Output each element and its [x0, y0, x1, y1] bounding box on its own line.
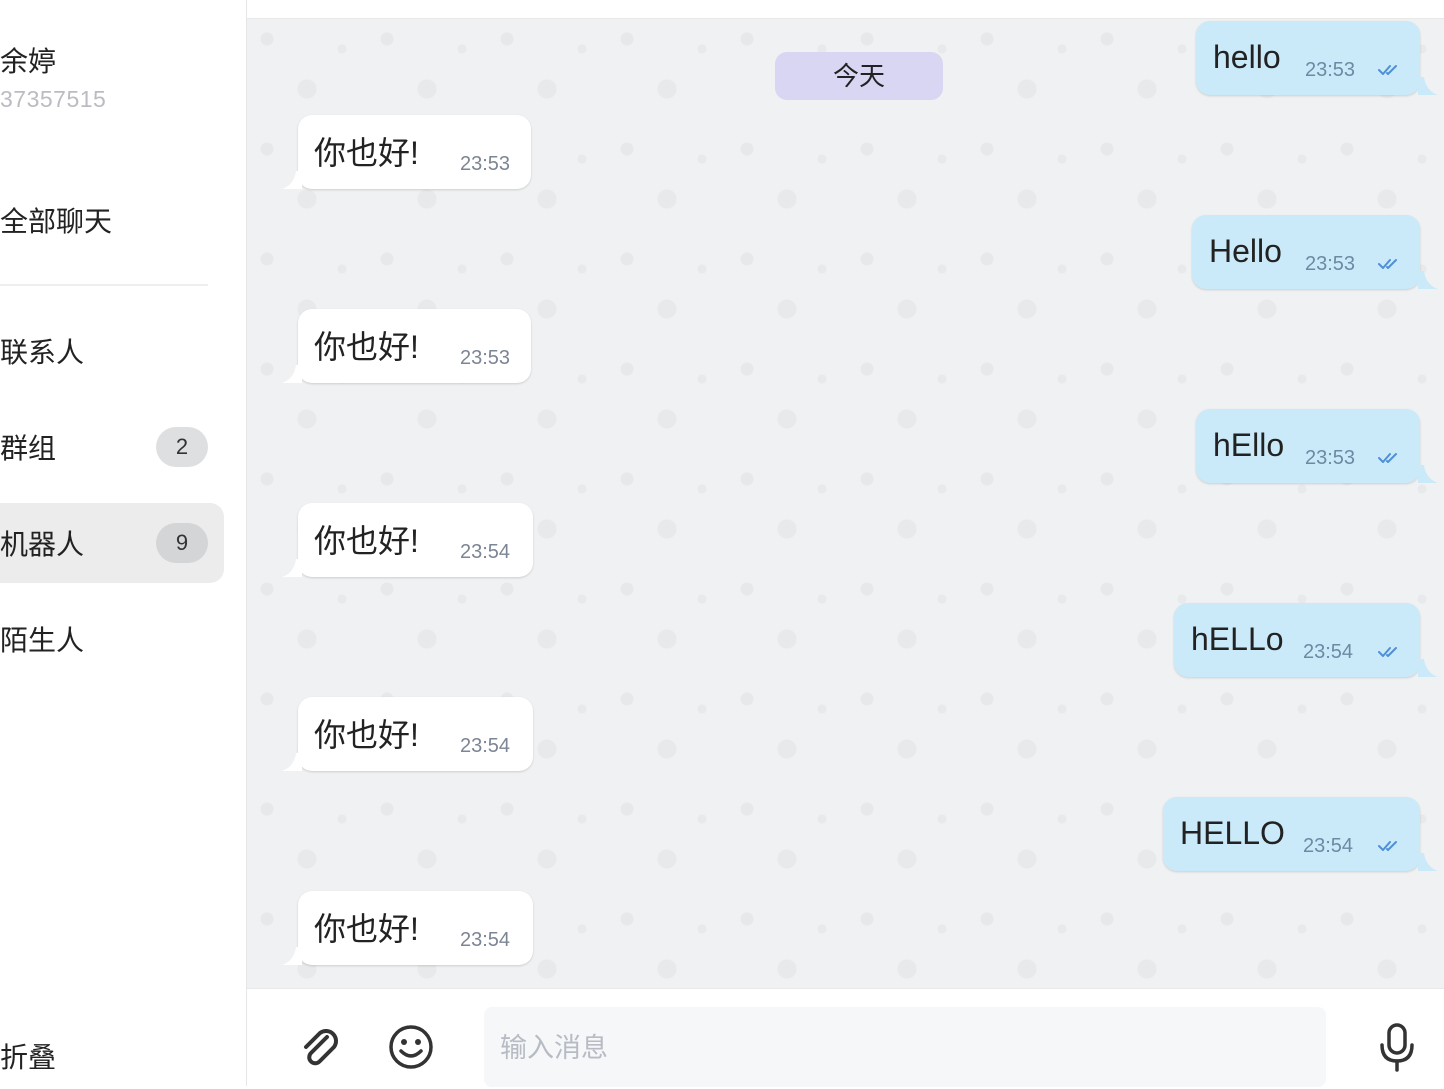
message-time: 23:54: [1303, 641, 1354, 663]
bubble-tail: [1418, 271, 1438, 289]
message-text: hello: [1213, 38, 1281, 75]
message-time: 23:54: [460, 929, 511, 951]
user-name: 余婷: [0, 46, 57, 77]
emoji-icon[interactable]: [387, 1023, 435, 1071]
paperclip-icon[interactable]: [297, 1025, 343, 1071]
nav-item-bots[interactable]: 机器人 9: [0, 503, 224, 583]
incoming-message[interactable]: 你也好! 23:53: [282, 309, 531, 383]
bubble-tail: [282, 947, 302, 965]
read-check-icon: [1378, 453, 1397, 463]
bubble-tail: [282, 365, 302, 383]
unread-badge: 2: [156, 427, 208, 467]
bubble-tail: [1418, 659, 1438, 677]
user-id: 37357515: [0, 86, 107, 112]
incoming-message[interactable]: 你也好! 23:54: [282, 503, 533, 577]
read-check-icon: [1378, 65, 1397, 75]
outgoing-message[interactable]: Hello 23:53: [1192, 215, 1438, 289]
nav-item-contacts[interactable]: 联系人: [0, 311, 224, 391]
bubble-tail: [282, 171, 302, 189]
message-time: 23:53: [460, 347, 511, 369]
message-text: hEllo: [1213, 426, 1285, 463]
message-text: Hello: [1209, 232, 1282, 269]
unread-badge: 9: [156, 523, 208, 563]
nav-item-groups[interactable]: 群组 2: [0, 407, 224, 487]
bubble-tail: [282, 559, 302, 577]
outgoing-message[interactable]: hEllo 23:53: [1196, 409, 1438, 483]
bubble-tail: [1418, 853, 1438, 871]
message-time: 23:53: [460, 153, 511, 175]
read-check-icon: [1378, 841, 1397, 851]
message-text: hELLo: [1191, 620, 1284, 657]
message-input[interactable]: [498, 1007, 1322, 1089]
collapse-button[interactable]: 折叠: [0, 1036, 56, 1076]
outgoing-message[interactable]: hELLo 23:54: [1174, 603, 1438, 677]
bubble-tail: [282, 753, 302, 771]
composer-bar: [247, 988, 1444, 1089]
message-list[interactable]: 今天 hello 23:53 你也好! 23:53 Hello 23:53 你也…: [247, 19, 1444, 988]
message-time: 23:53: [1305, 447, 1356, 469]
message-text: 你也好!: [314, 135, 419, 172]
microphone-icon[interactable]: [1377, 1023, 1417, 1073]
read-check-icon: [1378, 647, 1397, 657]
message-text: 你也好!: [314, 717, 419, 754]
incoming-message[interactable]: 你也好! 23:53: [282, 115, 531, 189]
outgoing-message[interactable]: HELLO 23:54: [1163, 797, 1438, 871]
date-separator: 今天: [775, 52, 943, 100]
message-text: 你也好!: [314, 329, 419, 366]
chat-panel: 今天 hello 23:53 你也好! 23:53 Hello 23:53 你也…: [247, 0, 1444, 1089]
message-time: 23:53: [1305, 59, 1356, 81]
message-time: 23:54: [460, 541, 511, 563]
sidebar-divider: [0, 284, 208, 286]
message-time: 23:54: [460, 735, 511, 757]
incoming-message[interactable]: 你也好! 23:54: [282, 891, 533, 965]
incoming-message[interactable]: 你也好! 23:54: [282, 697, 533, 771]
message-time: 23:54: [1303, 835, 1354, 857]
sidebar: 余婷 37357515 全部聊天 联系人 群组 2 机器人 9 陌生人 折叠: [0, 0, 247, 1086]
chat-header: [247, 0, 1444, 19]
message-text: 你也好!: [314, 911, 419, 948]
message-text: 你也好!: [314, 523, 419, 560]
nav-item-label: 联系人: [0, 337, 85, 368]
nav-item-label: 陌生人: [0, 625, 85, 656]
outgoing-message[interactable]: hello 23:53: [1196, 21, 1438, 95]
message-time: 23:53: [1305, 253, 1356, 275]
nav-item-strangers[interactable]: 陌生人: [0, 599, 224, 679]
read-check-icon: [1378, 259, 1397, 269]
message-text: HELLO: [1180, 814, 1285, 851]
message-input-box[interactable]: [484, 1007, 1326, 1089]
nav-item-label: 机器人: [0, 529, 85, 560]
nav-item-label: 群组: [0, 433, 57, 464]
bubble-tail: [1418, 465, 1438, 483]
bubble-tail: [1418, 77, 1438, 95]
nav-all-chats[interactable]: 全部聊天: [0, 200, 112, 240]
